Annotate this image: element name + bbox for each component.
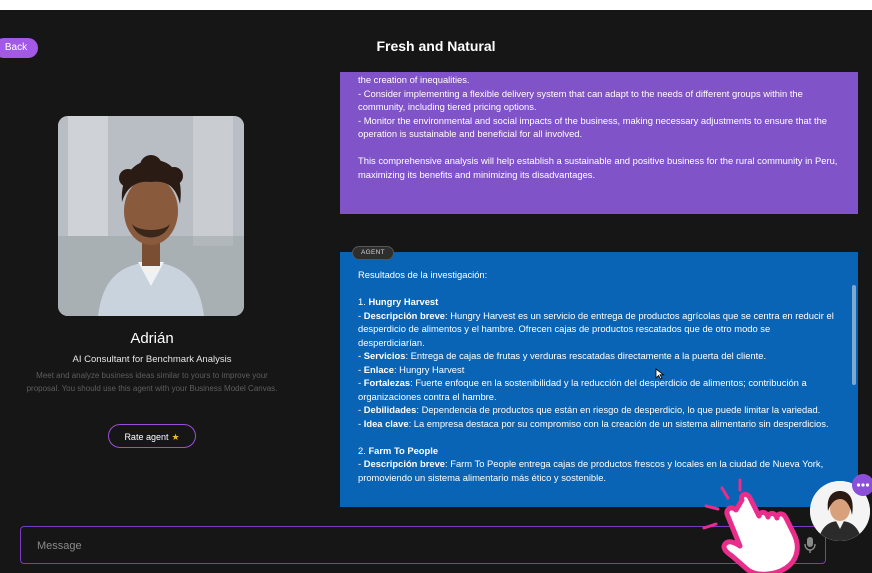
results-intro: Resultados de la investigación: — [358, 269, 488, 280]
rate-agent-button[interactable]: Rate agent ★ — [108, 424, 196, 448]
result-title: 2. Farm To People — [358, 444, 439, 456]
app-window: Back Fresh and Natural Adrián AI Consult… — [0, 10, 872, 573]
message-line: - Monitor the environmental and social i… — [358, 114, 827, 140]
page-title: Fresh and Natural — [376, 38, 496, 54]
agent-portrait — [58, 116, 244, 316]
star-icon: ★ — [171, 432, 180, 442]
agent-tag: AGENT — [352, 246, 394, 260]
chat-bubble-icon[interactable] — [852, 474, 872, 496]
agent-message: Resultados de la investigación: 1. Hungr… — [340, 252, 858, 507]
result-title: 1. Hungry Harvest — [358, 296, 439, 307]
result-description: - Descripción breve: Hungry Harvest es u… — [358, 309, 834, 348]
result-key-idea: - Idea clave: La empresa destaca por su … — [358, 417, 829, 429]
previous-message: the creation of inequalities. - Consider… — [340, 72, 858, 214]
agent-name: Adrián — [130, 330, 174, 347]
result-strengths: - Fortalezas: Fuerte enfoque en la soste… — [358, 377, 807, 402]
message-input[interactable] — [35, 527, 759, 564]
mouse-cursor-icon — [655, 368, 665, 380]
rate-agent-label: Rate agent — [124, 432, 169, 442]
message-scrollbar[interactable] — [852, 285, 856, 385]
agent-description: Meet and analyze business ideas similar … — [26, 371, 278, 393]
result-weaknesses: - Debilidades: Dependencia de productos … — [358, 404, 821, 415]
agent-role: AI Consultant for Benchmark Analysis — [72, 354, 232, 365]
result-services: - Servicios: Entrega de cajas de frutas … — [358, 350, 767, 361]
result-link: - Enlace: Hungry Harvest — [358, 363, 465, 375]
message-line: - Consider implementing a flexible deliv… — [358, 87, 803, 113]
message-line: the creation of inequalities. — [358, 74, 470, 85]
tap-hand-icon — [702, 478, 800, 573]
message-line: This comprehensive analysis will help es… — [358, 155, 838, 180]
